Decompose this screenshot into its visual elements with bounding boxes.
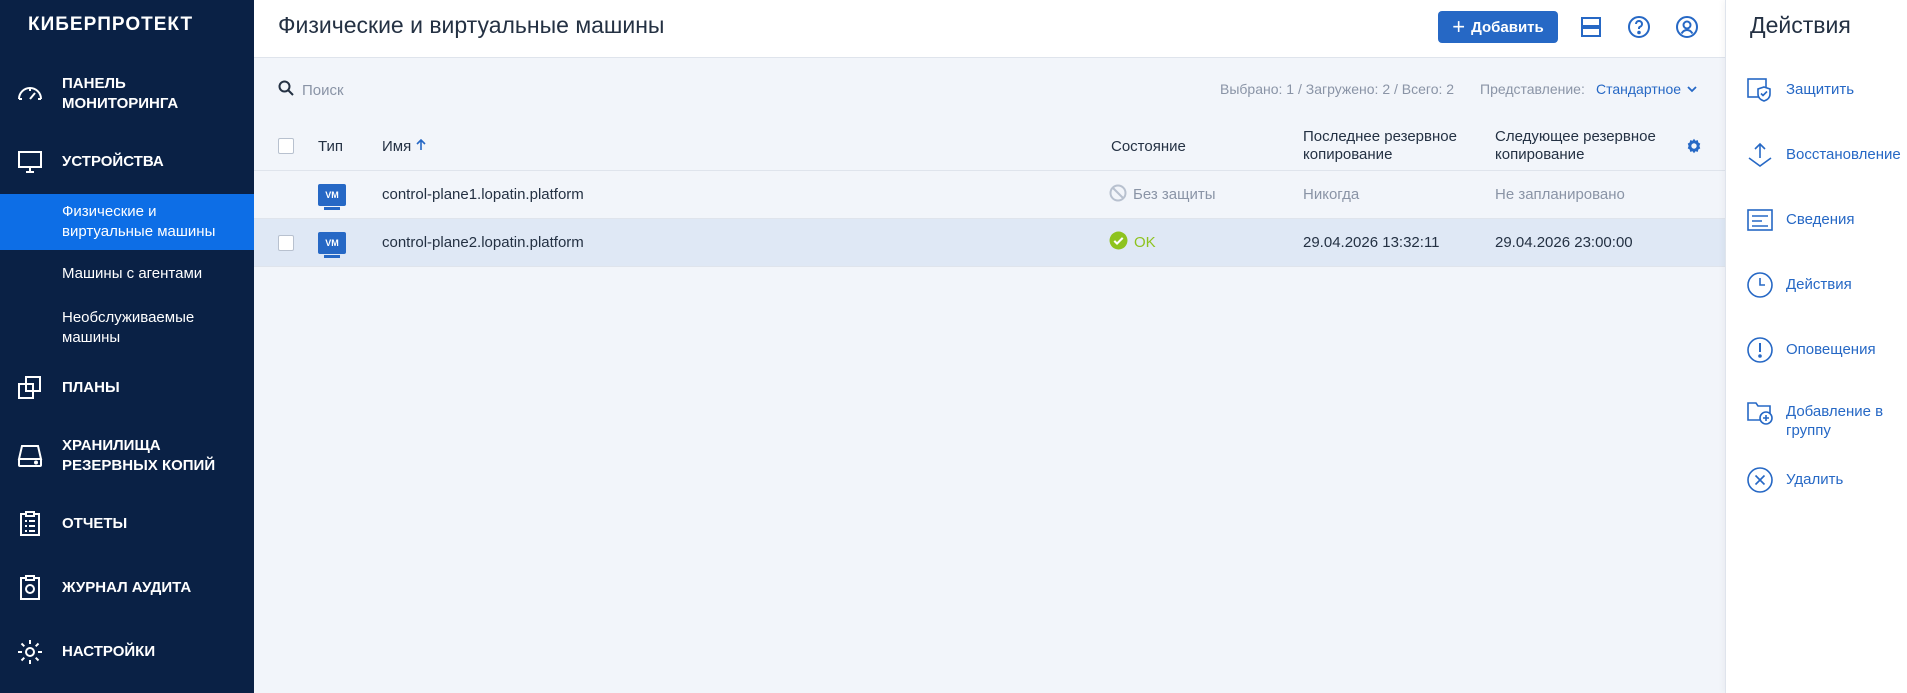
nav-label: ХРАНИЛИЩА РЕЗЕРВНЫХ КОПИЙ [62,437,216,474]
last-backup: Никогда [1303,186,1360,203]
delete-icon [1746,466,1774,494]
nav-sub-label: Машины с агентами [62,265,203,282]
view-label: Представление: [1480,81,1585,97]
status-text: Без защиты [1133,186,1216,203]
monitor-icon [14,146,46,178]
vm-icon: VM [318,231,346,258]
nav-item-reports[interactable]: ОТЧЕТЫ [0,508,254,540]
nav-sub-label: Необслуживаемые машины [62,309,195,346]
nav-sub-unmanaged[interactable]: Необслуживаемые машины [0,306,254,350]
table-row[interactable]: VM control-plane2.lopatin.platform OK 29… [254,219,1725,267]
column-name[interactable]: Имя [382,122,426,170]
alert-icon [1746,336,1774,364]
shield-icon [1746,76,1774,104]
action-label: Восстановление [1786,146,1901,163]
nav-sub-label: Физические и виртуальные машины [62,203,216,240]
nav-sub-agents[interactable]: Машины с агентами [0,260,254,288]
row-checkbox[interactable] [278,234,294,251]
action-label: Добавление в группу [1786,403,1884,439]
nav-item-settings[interactable]: НАСТРОЙКИ [0,636,254,668]
action-label: Удалить [1786,471,1844,488]
action-delete[interactable]: Удалить [1746,466,1906,494]
audit-icon [14,572,46,604]
machine-name: control-plane1.lopatin.platform [382,186,584,203]
action-alerts[interactable]: Оповещения [1746,336,1906,364]
next-backup: Не запланировано [1495,186,1625,203]
nav-item-devices[interactable]: УСТРОЙСТВА [0,146,254,178]
header: Физические и виртуальные машины + Добави… [254,0,1725,58]
nav-item-plans[interactable]: ПЛАНЫ [0,372,254,404]
nav-label: УСТРОЙСТВА [62,153,164,170]
action-label: Защитить [1786,81,1855,98]
help-icon[interactable] [1626,14,1652,40]
details-icon [1746,206,1774,234]
table-row[interactable]: VM control-plane1.lopatin.platform Без з… [254,171,1725,219]
status-cell: Без защиты [1109,171,1216,218]
nav-item-dashboard[interactable]: ПАНЕЛЬ МОНИТОРИНГА [0,72,254,116]
check-circle-icon [1109,231,1128,254]
speedometer-icon [14,78,46,110]
nav-label: ОТЧЕТЫ [62,515,128,532]
clipboard-icon [14,508,46,540]
actions-panel: Действия Защитить Восстановление Сведени… [1725,0,1907,693]
column-last-backup: Последнее резервное копирование [1303,128,1457,163]
view-select[interactable]: Стандартное [1596,81,1697,97]
last-backup: 29.04.2026 13:32:11 [1303,234,1440,251]
column-type: Тип [318,137,344,155]
machines-table: Тип Имя Состояние Последнее резервное ко… [254,122,1725,267]
column-name-label: Имя [382,137,412,155]
next-backup: 29.04.2026 23:00:00 [1495,234,1633,251]
view-select-value: Стандартное [1596,81,1682,97]
status-text: OK [1134,234,1156,251]
action-details[interactable]: Сведения [1746,206,1906,234]
nav-label: ПЛАНЫ [62,379,120,396]
nav-label: ЖУРНАЛ АУДИТА [62,579,192,596]
action-recovery[interactable]: Восстановление [1746,141,1906,169]
sort-ascending-icon [416,138,426,155]
table-header: Тип Имя Состояние Последнее резервное ко… [254,122,1725,171]
column-settings-icon[interactable] [1685,122,1703,170]
search-input[interactable] [302,81,502,99]
nav-item-storage[interactable]: ХРАНИЛИЩА РЕЗЕРВНЫХ КОПИЙ [0,434,254,478]
add-button-label: Добавить [1471,18,1544,36]
sidebar: КИБЕРПРОТЕКТ ПАНЕЛЬ МОНИТОРИНГА УСТРОЙСТ… [0,0,254,693]
plus-icon: + [1452,14,1466,39]
vm-icon: VM [318,183,346,210]
clock-icon [1746,271,1774,299]
logo: КИБЕРПРОТЕКТ [28,14,194,35]
status-cell: OK [1109,219,1156,266]
search [278,80,502,100]
layout-icon[interactable] [1578,14,1604,40]
column-next-backup: Следующее резервное копирование [1495,128,1656,163]
not-protected-icon [1109,184,1127,206]
column-status: Состояние [1111,137,1186,155]
select-all-checkbox[interactable] [278,138,294,154]
toolbar: Выбрано: 1 / Загружено: 2 / Всего: 2 Пре… [254,58,1725,122]
nav-label: НАСТРОЙКИ [62,643,156,660]
user-account-icon[interactable] [1674,14,1700,40]
selection-counts: Выбрано: 1 / Загружено: 2 / Всего: 2 [1220,81,1455,97]
plans-icon [14,372,46,404]
action-label: Действия [1786,276,1852,293]
action-activities[interactable]: Действия [1746,271,1906,299]
nav-item-audit[interactable]: ЖУРНАЛ АУДИТА [0,572,254,604]
action-protect[interactable]: Защитить [1746,76,1906,104]
page-title: Физические и виртуальные машины [278,12,665,38]
action-add-to-group[interactable]: Добавление в группу [1746,398,1906,440]
chevron-down-icon [1687,81,1697,97]
action-label: Сведения [1786,211,1855,228]
folder-add-icon [1746,398,1774,426]
machine-name: control-plane2.lopatin.platform [382,234,584,251]
search-icon [278,80,294,100]
add-button[interactable]: + Добавить [1438,11,1558,43]
recovery-icon [1746,141,1774,169]
nav-label: ПАНЕЛЬ МОНИТОРИНГА [62,75,179,112]
gear-icon [14,636,46,668]
nav-sub-physical-virtual[interactable]: Физические и виртуальные машины [0,194,254,250]
action-label: Оповещения [1786,341,1876,358]
storage-icon [14,440,46,472]
panel-title: Действия [1750,12,1851,38]
